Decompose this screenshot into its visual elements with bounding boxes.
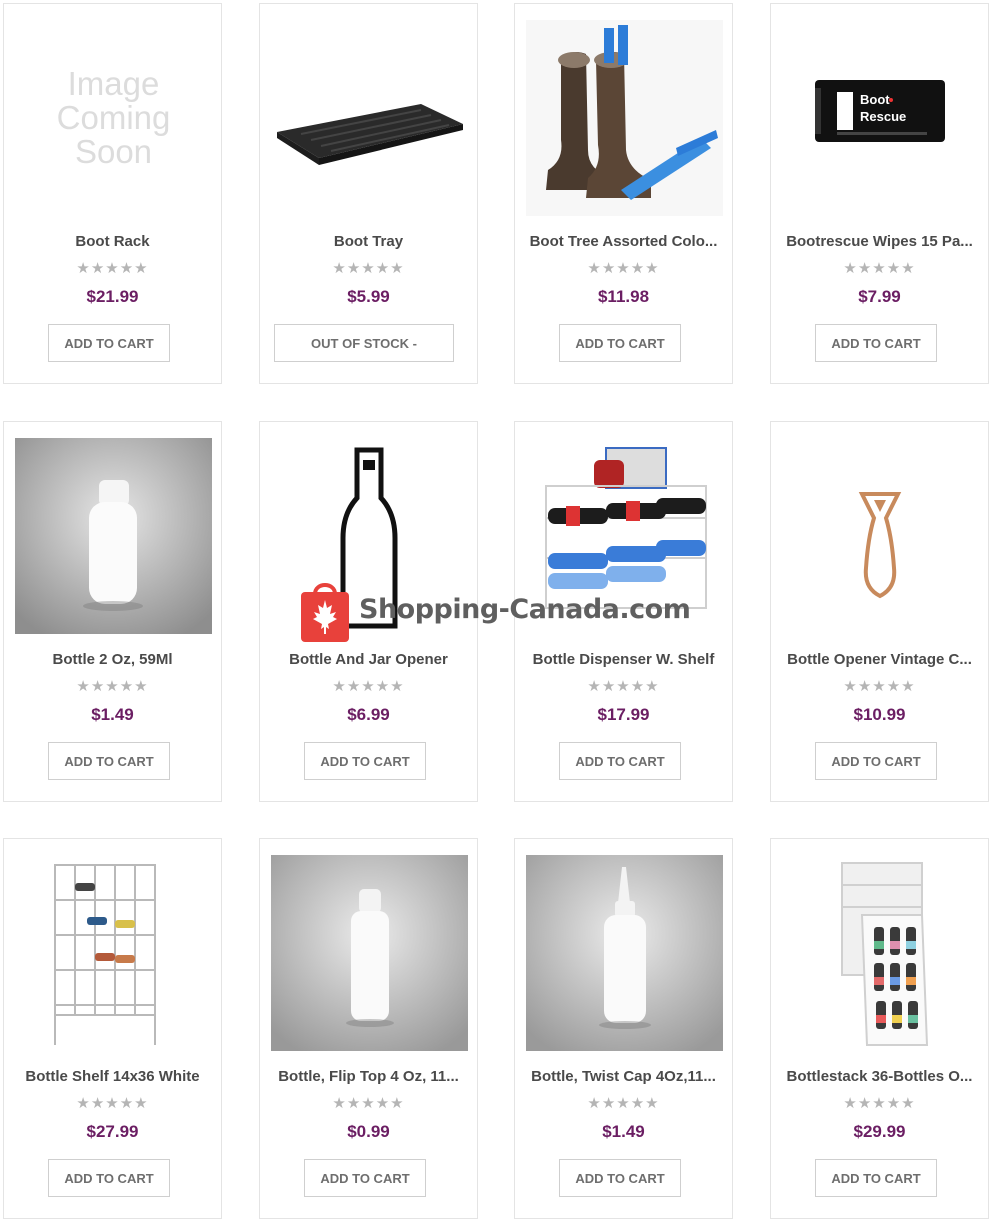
add-to-cart-button[interactable]: ADD TO CART [559, 324, 681, 362]
watermark: Shopping-Canada.com [299, 576, 691, 642]
product-title[interactable]: Bottle, Twist Cap 4Oz,11... [523, 1068, 724, 1085]
product-card[interactable]: Bottle, Flip Top 4 Oz, 11... ★★★★★ $0.99… [259, 838, 478, 1219]
white-bottle-picture [15, 438, 212, 634]
rating-stars: ★★★★★ [587, 260, 660, 277]
product-title[interactable]: Boot Tree Assorted Colo... [523, 233, 724, 250]
rating-stars: ★★★★★ [332, 678, 405, 695]
product-card[interactable]: Boot Tray ★★★★★ $5.99 OUT OF STOCK - [259, 3, 478, 384]
rating-stars: ★★★★★ [843, 1095, 916, 1112]
product-price: $5.99 [347, 287, 390, 306]
rating-stars: ★★★★★ [587, 678, 660, 695]
product-title[interactable]: Boot Rack [12, 233, 213, 250]
add-to-cart-button[interactable]: ADD TO CART [815, 324, 937, 362]
add-to-cart-button[interactable]: ADD TO CART [815, 1159, 937, 1197]
out-of-stock-button[interactable]: OUT OF STOCK - [274, 324, 454, 362]
product-price: $1.49 [91, 705, 134, 724]
product-title[interactable]: Bottle Dispenser W. Shelf [523, 651, 724, 668]
add-to-cart-button[interactable]: ADD TO CART [304, 1159, 426, 1197]
product-price: $21.99 [86, 287, 139, 306]
flip-top-bottle-picture [271, 855, 468, 1051]
product-card[interactable]: Bottle, Twist Cap 4Oz,11... ★★★★★ $1.49 … [514, 838, 733, 1219]
product-image[interactable] [15, 438, 212, 634]
product-title[interactable]: Boot Tray [268, 233, 469, 250]
product-card[interactable]: Boot Rescue Bootrescue Wipes 15 Pa... ★★… [770, 3, 989, 384]
product-price: $1.49 [602, 1122, 645, 1141]
product-price: $7.99 [858, 287, 901, 306]
twist-cap-bottle-picture [526, 855, 723, 1051]
product-price: $29.99 [853, 1122, 906, 1141]
add-to-cart-button[interactable]: ADD TO CART [48, 1159, 170, 1197]
product-image[interactable]: Boot Rescue [782, 20, 979, 216]
bottlestack-organizer-picture [841, 862, 929, 1046]
product-image[interactable] [271, 855, 468, 1051]
product-card[interactable]: Boot Tree Assorted Colo... ★★★★★ $11.98 … [514, 3, 733, 384]
image-placeholder: Image Coming Soon [56, 65, 171, 170]
svg-text:Boot: Boot [860, 92, 890, 107]
product-card[interactable]: Bottle Shelf 14x36 White ★★★★★ $27.99 AD… [3, 838, 222, 1219]
product-price: $0.99 [347, 1122, 390, 1141]
watermark-text: Shopping-Canada.com [359, 593, 691, 625]
boots-with-shaper-picture [526, 20, 723, 216]
product-card[interactable]: Bottle 2 Oz, 59Ml ★★★★★ $1.49 ADD TO CAR… [3, 421, 222, 802]
product-title[interactable]: Bottle, Flip Top 4 Oz, 11... [268, 1068, 469, 1085]
product-title[interactable]: Bottle And Jar Opener [268, 651, 469, 668]
product-image[interactable] [526, 20, 723, 216]
rating-stars: ★★★★★ [76, 678, 149, 695]
product-image[interactable] [782, 438, 979, 634]
wire-wine-shelf-picture [54, 864, 156, 1045]
product-image[interactable]: Image Coming Soon [15, 20, 212, 216]
product-image[interactable] [271, 20, 468, 216]
wipes-pack-picture: Boot Rescue [815, 80, 945, 142]
product-price: $6.99 [347, 705, 390, 724]
product-title[interactable]: Bootrescue Wipes 15 Pa... [779, 233, 980, 250]
product-price: $10.99 [853, 705, 906, 724]
product-price: $11.98 [597, 287, 650, 306]
rating-stars: ★★★★★ [332, 1095, 405, 1112]
rating-stars: ★★★★★ [843, 260, 916, 277]
product-card[interactable]: Image Coming Soon Boot Rack ★★★★★ $21.99… [3, 3, 222, 384]
copper-opener-picture [858, 492, 902, 599]
product-image[interactable] [782, 855, 979, 1051]
product-title[interactable]: Bottle Shelf 14x36 White [12, 1068, 213, 1085]
product-card[interactable]: Bottlestack 36-Bottles O... ★★★★★ $29.99… [770, 838, 989, 1219]
rating-stars: ★★★★★ [587, 1095, 660, 1112]
product-image[interactable] [526, 855, 723, 1051]
add-to-cart-button[interactable]: ADD TO CART [815, 742, 937, 780]
maple-leaf-bag-icon [301, 583, 349, 642]
product-price: $17.99 [597, 705, 650, 724]
product-image[interactable] [15, 855, 212, 1051]
product-title[interactable]: Bottle 2 Oz, 59Ml [12, 651, 213, 668]
add-to-cart-button[interactable]: ADD TO CART [304, 742, 426, 780]
add-to-cart-button[interactable]: ADD TO CART [559, 1159, 681, 1197]
boot-tray-picture [277, 104, 463, 165]
product-title[interactable]: Bottle Opener Vintage C... [779, 651, 980, 668]
rating-stars: ★★★★★ [332, 260, 405, 277]
rating-stars: ★★★★★ [76, 260, 149, 277]
svg-text:Rescue: Rescue [860, 109, 906, 124]
add-to-cart-button[interactable]: ADD TO CART [559, 742, 681, 780]
add-to-cart-button[interactable]: ADD TO CART [48, 324, 170, 362]
product-price: $27.99 [86, 1122, 139, 1141]
rating-stars: ★★★★★ [843, 678, 916, 695]
add-to-cart-button[interactable]: ADD TO CART [48, 742, 170, 780]
product-card[interactable]: Bottle Opener Vintage C... ★★★★★ $10.99 … [770, 421, 989, 802]
rating-stars: ★★★★★ [76, 1095, 149, 1112]
product-title[interactable]: Bottlestack 36-Bottles O... [779, 1068, 980, 1085]
